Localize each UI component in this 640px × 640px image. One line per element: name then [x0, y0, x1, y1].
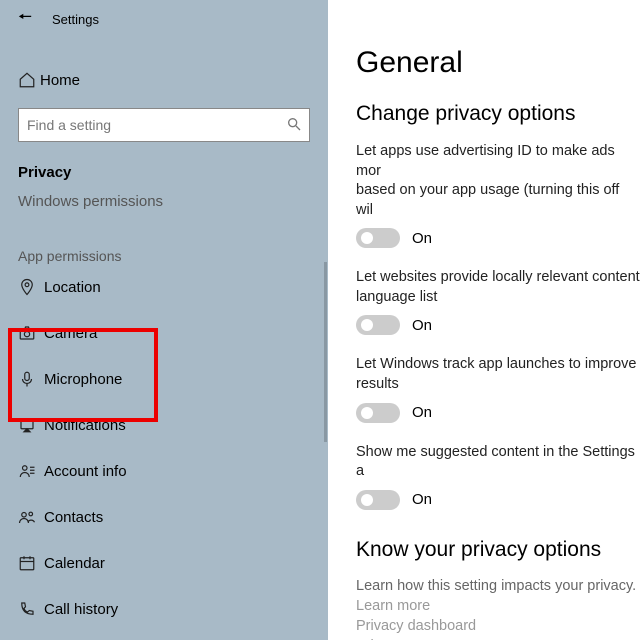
- option-app-launches: Let Windows track app launches to improv…: [356, 355, 640, 422]
- sidebar-item-label: Location: [44, 279, 101, 296]
- sidebar-section-app-permissions: App permissions: [18, 248, 310, 264]
- contacts-icon: [18, 508, 44, 526]
- sidebar-item-label: Camera: [44, 325, 97, 342]
- toggle-app-launches[interactable]: [356, 403, 400, 423]
- sidebar-item-label: Account info: [44, 463, 127, 480]
- calendar-icon: [18, 554, 44, 572]
- sidebar-item-label: Notifications: [44, 417, 126, 434]
- link-learn-more[interactable]: Learn more: [356, 598, 640, 614]
- sidebar-item-microphone[interactable]: Microphone: [18, 356, 310, 402]
- know-title: Know your privacy options: [356, 538, 640, 562]
- page-subtitle: Change privacy options: [356, 102, 640, 126]
- toggle-state-label: On: [412, 230, 432, 247]
- toggle-suggested-content[interactable]: [356, 490, 400, 510]
- search-container: [18, 108, 310, 142]
- microphone-icon: [18, 370, 44, 388]
- notifications-icon: [18, 416, 44, 434]
- page-title: General: [356, 46, 640, 80]
- toggle-state-label: On: [412, 404, 432, 421]
- sidebar-item-label: Microphone: [44, 371, 122, 388]
- sidebar-item-account-info[interactable]: Account info: [18, 448, 310, 494]
- option-description: Let Windows track app launches to improv…: [356, 355, 640, 394]
- option-advertising-id: Let apps use advertising ID to make ads …: [356, 142, 640, 248]
- search-icon[interactable]: [286, 116, 302, 132]
- option-suggested-content: Show me suggested content in the Setting…: [356, 443, 640, 510]
- link-privacy-dashboard[interactable]: Privacy dashboard: [356, 618, 640, 634]
- window-title: Settings: [52, 12, 99, 27]
- sidebar-item-notifications[interactable]: Notifications: [18, 402, 310, 448]
- back-arrow-icon[interactable]: 🠔: [18, 6, 32, 33]
- search-input[interactable]: [18, 108, 310, 142]
- account-info-icon: [18, 462, 44, 480]
- option-description: Let apps use advertising ID to make ads …: [356, 142, 640, 220]
- sidebar-item-call-history[interactable]: Call history: [18, 586, 310, 632]
- sidebar-home-label: Home: [40, 72, 80, 89]
- know-subtitle: Learn how this setting impacts your priv…: [356, 578, 640, 594]
- sidebar-item-location[interactable]: Location: [18, 264, 310, 310]
- camera-icon: [18, 324, 44, 342]
- sidebar-item-home[interactable]: Home: [18, 66, 310, 94]
- scrollbar[interactable]: [324, 262, 327, 442]
- home-icon: [18, 71, 40, 89]
- option-description: Let websites provide locally relevant co…: [356, 268, 640, 307]
- sidebar-item-label: Calendar: [44, 555, 105, 572]
- main-content: General Change privacy options Let apps …: [328, 0, 640, 640]
- toggle-advertising-id[interactable]: [356, 228, 400, 248]
- location-icon: [18, 278, 44, 296]
- toggle-state-label: On: [412, 317, 432, 334]
- toggle-language-list[interactable]: [356, 315, 400, 335]
- option-language-list: Let websites provide locally relevant co…: [356, 268, 640, 335]
- sidebar-item-windows-permissions[interactable]: Windows permissions: [18, 193, 310, 210]
- option-description: Show me suggested content in the Setting…: [356, 443, 640, 482]
- sidebar-item-camera[interactable]: Camera: [18, 310, 310, 356]
- sidebar-item-contacts[interactable]: Contacts: [18, 494, 310, 540]
- call-history-icon: [18, 600, 44, 618]
- sidebar-item-label: Call history: [44, 601, 118, 618]
- toggle-state-label: On: [412, 491, 432, 508]
- sidebar-item-label: Contacts: [44, 509, 103, 526]
- sidebar-category-title: Privacy: [18, 164, 310, 181]
- sidebar: 🠔 Settings Home Privacy Windows permissi…: [0, 0, 328, 640]
- sidebar-item-calendar[interactable]: Calendar: [18, 540, 310, 586]
